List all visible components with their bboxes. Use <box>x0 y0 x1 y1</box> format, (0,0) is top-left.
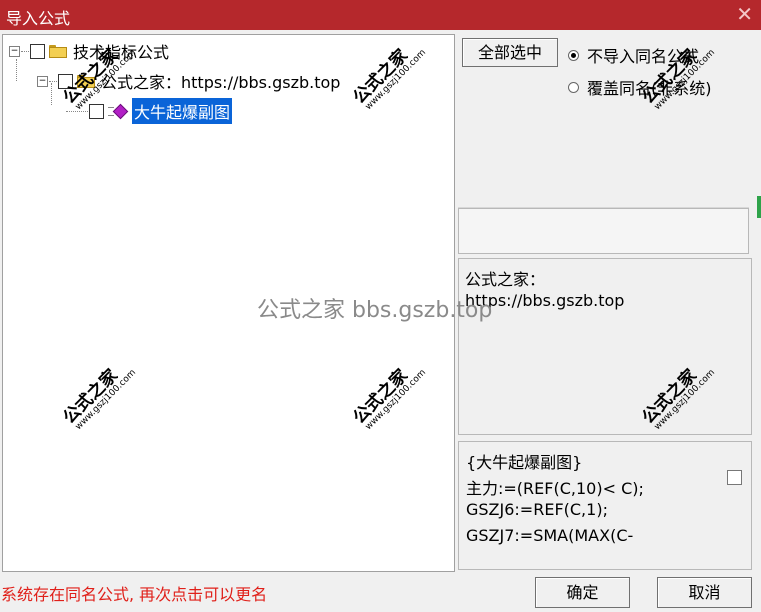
title-bar: 导入公式 ✕ <box>0 0 761 30</box>
root-checkbox[interactable] <box>30 43 45 59</box>
ok-button[interactable]: 确定 <box>535 577 630 608</box>
code-line: {大牛起爆副图} <box>466 453 583 472</box>
code-checkbox[interactable] <box>727 470 742 485</box>
edge-marker <box>757 196 761 218</box>
tree-node-group[interactable]: − 公式之家：https://bbs.gszb.top <box>37 70 340 92</box>
code-line: GSZJ6:=REF(C,1); <box>466 500 608 519</box>
radio-overwrite[interactable]: 覆盖同名(非系统) <box>568 75 712 99</box>
radio-skip-label: 不导入同名公式 <box>587 47 700 66</box>
cancel-button[interactable]: 取消 <box>657 577 752 608</box>
blank-field <box>458 208 749 254</box>
radio-skip-indicator[interactable] <box>568 49 579 61</box>
radio-skip-duplicates[interactable]: 不导入同名公式 <box>568 43 699 67</box>
tree-connector <box>16 59 17 81</box>
select-all-button[interactable]: 全部选中 <box>462 38 558 67</box>
tree-label-root: 技术指标公式 <box>73 43 170 62</box>
radio-overwrite-label: 覆盖同名(非系统) <box>587 79 712 98</box>
formula-tree[interactable]: − 技术指标公式 − 公式之家：https://bbs.gszb.top 大牛起… <box>2 34 455 572</box>
tree-label-item[interactable]: 大牛起爆副图 <box>132 98 233 124</box>
radio-overwrite-indicator[interactable] <box>568 81 579 93</box>
tree-label-group: 公式之家：https://bbs.gszb.top <box>101 73 341 92</box>
folder-icon <box>77 74 95 88</box>
tree-node-item[interactable]: 大牛起爆副图 <box>65 98 233 124</box>
window-title: 导入公式 <box>6 9 71 28</box>
code-line: 主力:=(REF(C,10)< C); <box>466 479 644 498</box>
item-checkbox[interactable] <box>89 103 104 119</box>
collapse-icon[interactable]: − <box>37 75 48 87</box>
code-line: GSZJ7:=SMA(MAX(C- <box>466 526 634 545</box>
description-line-1: 公式之家： <box>465 270 546 289</box>
tree-node-root[interactable]: − 技术指标公式 <box>9 40 169 62</box>
collapse-icon[interactable]: − <box>9 45 20 57</box>
description-line-2: https://bbs.gszb.top <box>465 291 625 310</box>
close-icon[interactable]: ✕ <box>736 2 753 26</box>
group-checkbox[interactable] <box>58 73 73 89</box>
formula-icon <box>108 103 129 119</box>
status-message: 系统存在同名公式, 再次点击可以更名 <box>1 585 268 604</box>
folder-icon <box>49 44 67 58</box>
